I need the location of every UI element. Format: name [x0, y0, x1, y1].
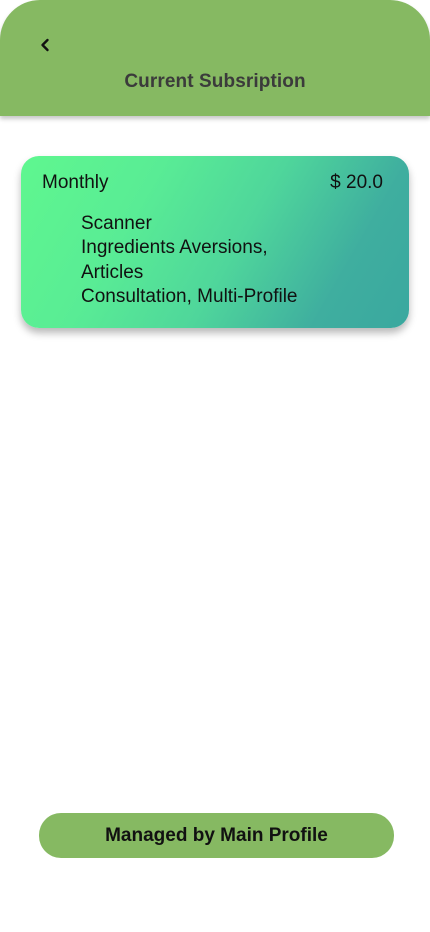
subscription-card: Monthly $ 20.0 Scanner Ingredients Avers…: [21, 156, 409, 328]
app-header: Current Subsription: [0, 0, 430, 116]
back-button[interactable]: [30, 30, 60, 60]
plan-name: Monthly: [42, 172, 109, 193]
plan-feature-item: Consultation, Multi-Profile: [81, 285, 298, 307]
page-title: Current Subsription: [124, 71, 306, 92]
plan-features-list: Scanner Ingredients Aversions, Articles …: [81, 212, 297, 309]
managed-by-main-profile-button[interactable]: Managed by Main Profile: [39, 813, 394, 858]
plan-feature-item: Scanner: [81, 213, 152, 234]
chevron-left-icon: [41, 38, 49, 52]
plan-feature-item: Articles: [81, 261, 144, 283]
plan-feature-item: Ingredients Aversions,: [81, 237, 268, 259]
plan-price: $ 20.0: [330, 172, 383, 193]
